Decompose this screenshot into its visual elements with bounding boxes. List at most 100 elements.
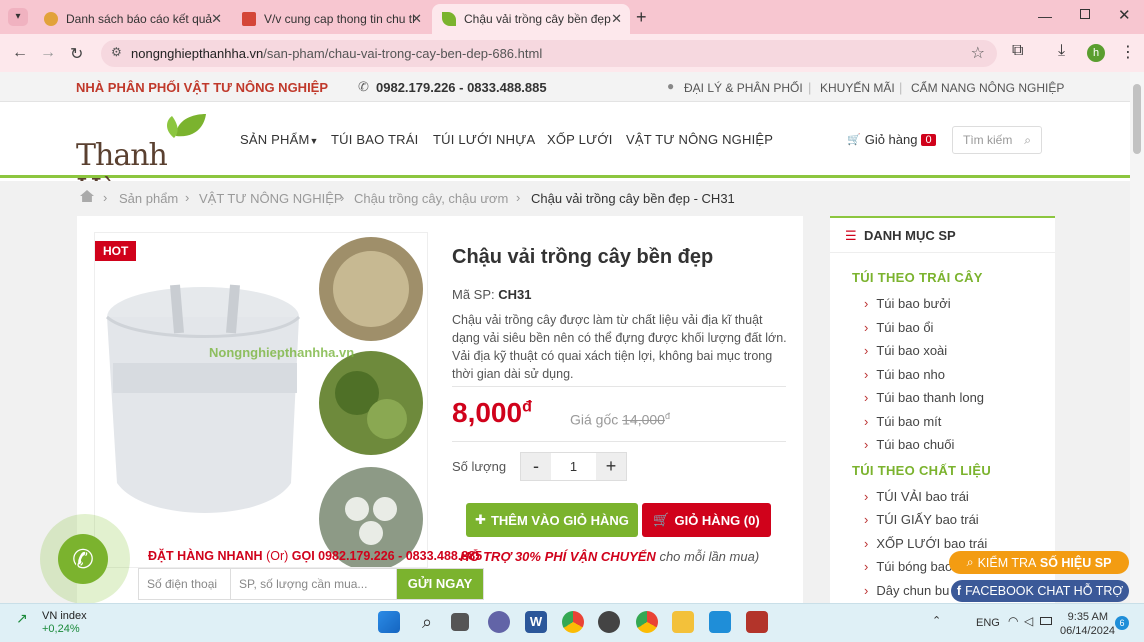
market-widget[interactable]: ↗ VN index +0,24% [16, 610, 87, 636]
sidebar-title: DANH MỤC SP [864, 228, 956, 243]
breadcrumb-sep: › [340, 190, 345, 205]
plus-icon: ✚ [475, 512, 486, 527]
items-input[interactable]: SP, số lượng cần mua... [231, 569, 397, 599]
reload-icon[interactable]: ↻ [70, 44, 83, 64]
facebook-chat-button[interactable]: f FACEBOOK CHAT HỖ TRỢ [951, 580, 1129, 602]
fabric-pot-illustration [105, 237, 423, 567]
divider: | [808, 80, 812, 95]
tab-reports[interactable]: Danh sách báo cáo kết quả thẩ ✕ [34, 4, 230, 34]
add-to-cart-button[interactable]: ✚ THÊM VÀO GIỎ HÀNG [466, 503, 638, 537]
task-view-icon[interactable] [451, 613, 469, 631]
chrome-icon[interactable] [562, 611, 584, 633]
wifi-icon[interactable]: ◠ [1008, 614, 1018, 628]
photos-icon[interactable] [709, 611, 731, 633]
close-icon[interactable]: ✕ [611, 11, 622, 27]
word-icon[interactable]: W [525, 611, 547, 633]
bookmark-star-icon[interactable]: ☆ [971, 43, 985, 63]
profile-avatar[interactable]: h [1087, 44, 1105, 62]
view-cart-button[interactable]: 🛒 GIỎ HÀNG (0) [642, 503, 771, 537]
sale-price: 8,000đ [452, 397, 532, 428]
start-icon[interactable] [378, 611, 400, 633]
minimize-icon[interactable]: — [1038, 8, 1052, 24]
folder-icon[interactable] [672, 611, 694, 633]
new-tab-button[interactable]: + [636, 7, 647, 28]
breadcrumb-products[interactable]: Sản phẩm [119, 191, 178, 206]
increase-button[interactable]: + [596, 453, 626, 480]
phone-input[interactable]: Số điện thoại [139, 569, 231, 599]
search-box[interactable]: Tìm kiếm ⌕ [952, 126, 1042, 154]
clock[interactable]: 9:35 AM 06/14/2024 [1060, 610, 1115, 638]
site-info-icon[interactable]: ⚙ [111, 45, 122, 59]
sidebar-item-pomelo-bag[interactable]: › Túi bao bưởi [864, 296, 951, 311]
quantity-input[interactable]: 1 [551, 453, 596, 480]
language-indicator[interactable]: ENG [976, 617, 1000, 629]
tab-product[interactable]: Chậu vải trồng cây bền đẹp - C ✕ [432, 4, 630, 34]
sidebar-item-dragonfruit-bag[interactable]: › Túi bao thanh long [864, 390, 984, 405]
battery-icon[interactable] [1040, 617, 1052, 625]
download-icon[interactable]: ⤓ [1058, 42, 1065, 60]
app-icon[interactable] [598, 611, 620, 633]
link-promotions[interactable]: KHUYẾN MÃI [820, 81, 895, 95]
restore-icon[interactable] [1080, 9, 1090, 19]
header-cart[interactable]: 🛒 Giỏ hàng 0 [847, 132, 936, 147]
tab-gmail[interactable]: V/v cung cap thong tin chu the ✕ [232, 4, 430, 34]
forward-icon[interactable]: → [40, 44, 56, 62]
app-icon[interactable] [746, 611, 768, 633]
check-serial-button[interactable]: ⌕ KIỂM TRA SỐ HIỆU SP [949, 551, 1129, 574]
quantity-label: Số lượng [452, 459, 507, 474]
link-handbook[interactable]: CẨM NANG NÔNG NGHIỆP [911, 81, 1064, 95]
chevron-right-icon: › [864, 343, 869, 358]
menu-foam-mesh[interactable]: XỐP LƯỚI [547, 132, 613, 147]
sidebar-item-paper-bag[interactable]: › TÚI GIẤY bao trái [864, 512, 979, 527]
sidebar-item-foam-mesh[interactable]: › XỐP LƯỚI bao trái [864, 536, 987, 551]
quantity-stepper[interactable]: - 1 + [520, 452, 627, 481]
product-image[interactable]: HOT Nongnghiepthanhha.vn [94, 232, 428, 568]
image-watermark: Nongnghiepthanhha.vn [209, 345, 355, 360]
sidebar-item-plastic-bag[interactable]: › Túi bóng bao [864, 559, 952, 574]
submit-quick-order-button[interactable]: GỬI NGAY [397, 569, 483, 599]
original-price: Giá gốc 14,000đ [570, 411, 670, 428]
sidebar-group-fruit[interactable]: TÚI THEO TRÁI CÂY [852, 270, 983, 285]
close-icon[interactable]: ✕ [211, 11, 222, 27]
breadcrumb-sep: › [185, 190, 190, 205]
sidebar-group-material[interactable]: TÚI THEO CHẤT LIỆU [852, 463, 991, 478]
teams-icon[interactable] [488, 611, 510, 633]
menu-dots-icon[interactable]: ⋮ [1120, 42, 1136, 62]
sidebar-item-fabric-bag[interactable]: › TÚI VẢI bao trái [864, 489, 969, 504]
notification-badge[interactable]: 6 [1115, 616, 1129, 630]
menu-plastic-mesh-bags[interactable]: TÚI LƯỚI NHỰA [433, 132, 535, 147]
cart-count-badge: 0 [921, 133, 936, 146]
site-logo[interactable]: Thanh Hà [76, 112, 211, 208]
sidebar-item-jackfruit-bag[interactable]: › Túi bao mít [864, 414, 941, 429]
close-icon[interactable]: ✕ [411, 11, 422, 27]
link-dealers[interactable]: ĐẠI LÝ & PHÂN PHỐI [684, 81, 803, 95]
close-window-icon[interactable]: ✕ [1118, 6, 1131, 24]
menu-products[interactable]: SẢN PHẨM▼ [240, 132, 319, 147]
search-icon[interactable]: ⌕ [1024, 133, 1031, 148]
facebook-icon: f [956, 584, 962, 598]
shipping-promo: HỖ TRỢ 30% PHÍ VẬN CHUYỂN cho mỗi lần mu… [460, 549, 760, 564]
sidebar-item-grape-bag[interactable]: › Túi bao nho [864, 367, 945, 382]
menu-fruit-bags[interactable]: TÚI BAO TRÁI [331, 132, 418, 147]
tray-chevron-icon[interactable]: ⌃ [932, 614, 941, 627]
breadcrumb-agri-supplies[interactable]: VẬT TƯ NÔNG NGHIỆP [199, 191, 343, 206]
volume-icon[interactable]: ◁ [1024, 614, 1033, 628]
sidebar-item-banana-bag[interactable]: › Túi bao chuối [864, 437, 954, 452]
sidebar-item-mango-bag[interactable]: › Túi bao xoài [864, 343, 947, 358]
extensions-icon[interactable]: ⧉ [1012, 42, 1023, 60]
decrease-button[interactable]: - [521, 453, 551, 480]
breadcrumb-pots[interactable]: Chậu trồng cây, chậu ươm [354, 191, 508, 206]
sidebar-item-guava-bag[interactable]: › Túi bao ổi [864, 320, 933, 335]
product-title: Chậu vải trồng cây bền đẹp [452, 246, 714, 268]
user-icon: ● [667, 79, 675, 93]
tab-search-button[interactable]: ▾ [8, 8, 28, 26]
sidebar-item-rubber-band[interactable]: › Dây chun bu [864, 583, 949, 598]
page-scrollbar[interactable] [1130, 72, 1144, 603]
menu-agri-supplies[interactable]: VẬT TƯ NÔNG NGHIỆP [626, 132, 773, 147]
address-bar[interactable]: ⚙ nongnghiepthanhha.vn/san-pham/chau-vai… [101, 40, 997, 67]
call-phone-button[interactable]: ✆ [40, 514, 130, 604]
search-icon[interactable]: ⌕ [416, 611, 438, 633]
scrollbar-thumb[interactable] [1133, 84, 1141, 154]
back-icon[interactable]: ← [12, 44, 28, 62]
chrome-icon[interactable] [636, 611, 658, 633]
